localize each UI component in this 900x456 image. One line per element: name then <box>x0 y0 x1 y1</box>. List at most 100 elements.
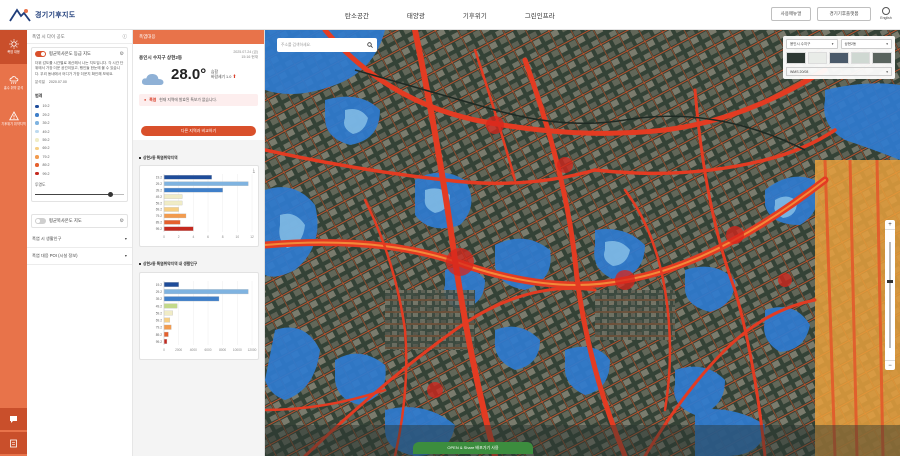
logo-mark-icon <box>9 8 31 22</box>
language-button[interactable]: English <box>877 7 895 20</box>
accordion-living-population[interactable]: 폭염 시 생활인구 ▾ <box>27 231 132 248</box>
legend-label: 29.2 <box>42 112 50 117</box>
layer2-label: 평균복사온도 지도 <box>49 217 82 223</box>
analysis-date-row: 분석일 2020.07.00 <box>35 80 124 85</box>
rail-item-heatwave[interactable]: 폭염 대응 <box>0 30 27 64</box>
zoom-out-button[interactable]: − <box>885 360 895 370</box>
basemap-thumb-white[interactable] <box>850 52 871 64</box>
chart-bar[interactable] <box>163 317 171 323</box>
search-icon[interactable] <box>367 42 373 48</box>
accordion-poi[interactable]: 폭염 대응 POI (시설 정보) ▾ <box>27 248 132 265</box>
region-selects: 용인시 수지구 ▾ 상현2동 ▾ <box>786 39 892 49</box>
layer-description: 더위 감도를 시간별로 계산해서 나는 지도입니다. 각 시간 단위에서 가장 … <box>35 61 124 76</box>
basemap-thumb-satellite[interactable] <box>786 52 806 64</box>
notice-button[interactable] <box>0 432 27 454</box>
nav-climate-crisis[interactable]: 기후위기 <box>463 10 487 20</box>
x-tick-label: 6000 <box>204 348 211 352</box>
settings-icon[interactable]: ⚙ <box>120 51 124 57</box>
zoom-knob[interactable] <box>887 280 893 283</box>
chat-button[interactable] <box>0 408 27 430</box>
y-tick-label: 49.2 <box>156 195 162 199</box>
chart-bar[interactable] <box>163 282 179 287</box>
chart-bar[interactable] <box>163 339 168 344</box>
y-tick-label: 39.2 <box>156 188 162 192</box>
legend-swatch <box>35 163 39 167</box>
chevron-down-icon: ▾ <box>886 42 888 46</box>
compare-region-button[interactable]: 다른 지역과 비교하기 <box>141 126 256 136</box>
city-select[interactable]: 용인시 수지구 ▾ <box>786 39 838 49</box>
basemap-thumb-map[interactable] <box>807 52 828 64</box>
heat-map-canvas[interactable] <box>265 30 900 456</box>
chart-bar[interactable] <box>163 194 183 199</box>
chart2-title: 상현2동 폭염취약지역 내 생활인구 <box>139 262 197 267</box>
zoom-track[interactable] <box>889 242 891 348</box>
chart-bar[interactable] <box>163 296 220 302</box>
nav-green-infra[interactable]: 그린인프라 <box>525 10 555 20</box>
chart-bar[interactable] <box>163 181 249 186</box>
y-tick-label: 19.2 <box>156 176 162 180</box>
x-tick-label: 2000 <box>175 348 182 352</box>
rail-item-vulnerable[interactable]: 기후위기 취약지역 <box>0 102 27 136</box>
basemap-thumb-dark[interactable] <box>872 52 892 64</box>
opacity-slider[interactable] <box>35 191 124 198</box>
chart-bar[interactable] <box>163 226 194 231</box>
wind-text: 바람세기 1.0 <box>211 75 232 80</box>
site-logo[interactable]: 경기기후지도 <box>8 7 75 23</box>
bullet-icon <box>139 263 141 265</box>
chevron-down-icon: ▾ <box>124 236 127 242</box>
legend-item: 19.2 <box>35 102 124 110</box>
chart-bar[interactable] <box>163 213 187 219</box>
chart2-card: 0 2000 4000 6000 8000 10000 12000 19.2 29.2 39.2 4… <box>139 272 259 360</box>
wind-row: 바람세기 1.0 ⬆ <box>211 75 237 80</box>
chart1-card: 0 2 4 6 8 10 12 19.2 29.2 39.2 49.2 59.2 69.2 79.2 89.… <box>139 165 259 247</box>
map-view[interactable]: 주소를 검색하세요. 용인시 수지구 ▾ 상현2동 ▾ WMS 20/08 ▾ + … <box>265 30 900 456</box>
chart-bar[interactable] <box>163 289 249 295</box>
legend-swatch <box>35 113 39 117</box>
layer-panel-title: 폭염 시 다이 공도 <box>32 33 65 39</box>
layer1-toggle[interactable] <box>35 51 46 57</box>
chart-bar[interactable] <box>163 324 172 330</box>
left-icon-rail: 폭염 대응 홍수 취약 분석 기후위기 취약지역 <box>0 30 27 456</box>
chart-bar[interactable] <box>163 331 169 337</box>
chart-bar[interactable] <box>163 200 183 206</box>
opacity-control: 투명도 <box>35 183 124 198</box>
nav-carbon-space[interactable]: 탄소공간 <box>345 10 369 20</box>
open-share-bar[interactable]: OPEN & Share 배포가기 사용 <box>413 442 533 454</box>
chart-bar[interactable] <box>163 303 178 309</box>
layer2-toggle[interactable] <box>35 217 46 224</box>
y-tick-label: 99.2 <box>156 227 162 231</box>
heat-panel-header: 폭염대응 <box>133 30 264 44</box>
manual-button[interactable]: 사용매뉴얼 <box>771 7 811 21</box>
chart-bar[interactable] <box>163 187 223 193</box>
accordion-label: 폭염 대응 POI (시설 정보) <box>32 252 78 258</box>
chart-bar[interactable] <box>163 175 212 180</box>
legend-item: 39.2 <box>35 119 124 127</box>
download-icon[interactable]: ⤓ <box>253 168 255 174</box>
layer-toggle-row: 평균복사온도 등급 지도 ⚙ <box>35 51 124 57</box>
search-input[interactable]: 주소를 검색하세요. <box>281 43 311 48</box>
info-icon[interactable]: ⓘ <box>123 34 128 40</box>
chart-bar[interactable] <box>163 220 181 225</box>
x-tick-label: 0 <box>163 348 165 352</box>
analysis-date-value: 2020.07.00 <box>48 80 67 85</box>
chart-bar[interactable] <box>163 310 173 316</box>
address-search[interactable]: 주소를 검색하세요. <box>277 38 377 52</box>
document-icon <box>10 439 17 447</box>
zoom-control: + − <box>885 220 895 370</box>
dong-select[interactable]: 상현2동 ▾ <box>840 39 892 49</box>
view-mode-select[interactable]: WMS 20/08 ▾ <box>786 67 892 76</box>
rail-item-flood[interactable]: 홍수 취약 분석 <box>0 66 27 100</box>
settings-icon[interactable]: ⚙ <box>120 218 124 224</box>
chart-bar[interactable] <box>163 207 179 212</box>
legend-swatch <box>35 138 39 142</box>
zoom-in-button[interactable]: + <box>885 220 895 230</box>
slider-knob[interactable] <box>108 191 114 197</box>
basemap-thumb-hybrid[interactable] <box>829 52 849 64</box>
climate-platform-button[interactable]: 경기기후플랫폼 <box>817 7 871 21</box>
legend-item: 89.2 <box>35 161 124 169</box>
chevron-down-icon: ▾ <box>886 69 888 74</box>
x-tick-label: 4000 <box>190 348 197 352</box>
chart1-title: 상현2동 폭염취약지역 <box>139 156 178 161</box>
weather-cloud-icon <box>141 72 165 88</box>
nav-solar[interactable]: 태양광 <box>407 10 425 20</box>
